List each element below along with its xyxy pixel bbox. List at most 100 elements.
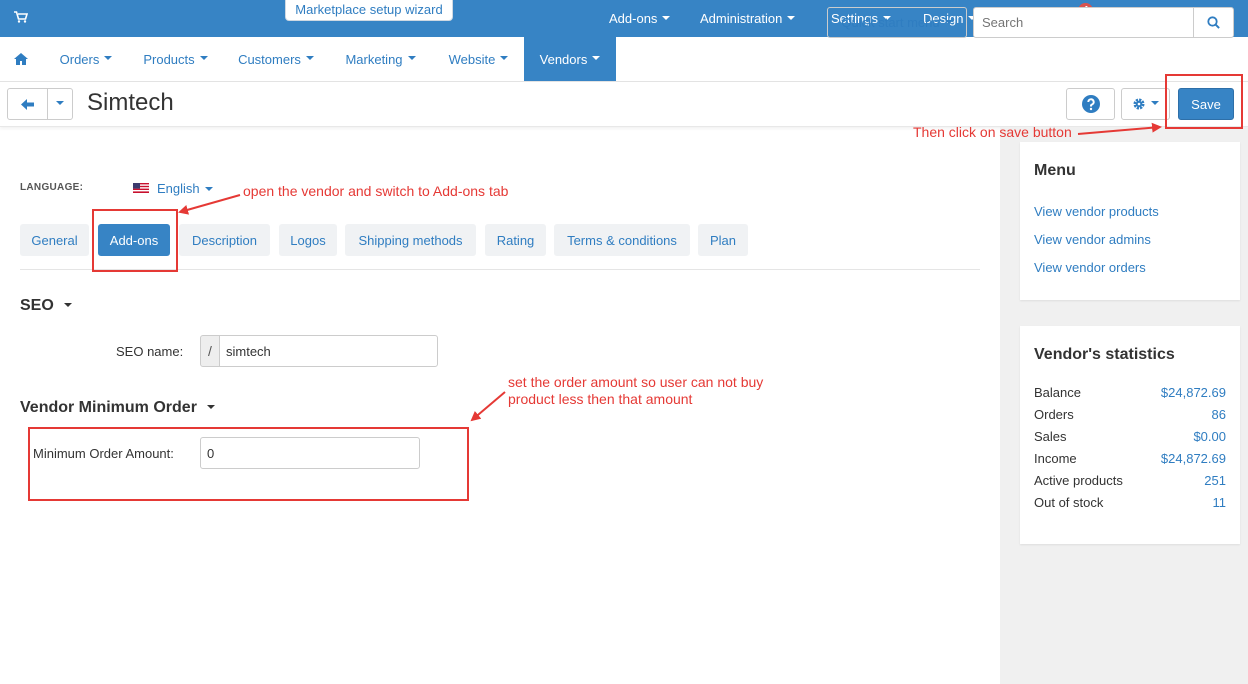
nav-customers-label: Customers bbox=[238, 51, 301, 67]
seo-section-toggle[interactable]: SEO bbox=[20, 297, 72, 315]
chevron-down-icon bbox=[104, 56, 113, 60]
chevron-down-icon bbox=[305, 56, 314, 60]
chevron-down-icon bbox=[500, 56, 509, 60]
view-vendor-products-link[interactable]: View vendor products bbox=[1034, 204, 1159, 219]
stat-key: Active products bbox=[1034, 473, 1123, 488]
search-icon bbox=[1207, 16, 1220, 29]
us-flag-icon bbox=[133, 183, 149, 193]
stat-row: Income $24,872.69 bbox=[1034, 451, 1226, 469]
cart-icon[interactable] bbox=[14, 11, 28, 23]
vendor-statistics-panel: Vendor's statistics Balance $24,872.69 Or… bbox=[1020, 326, 1240, 544]
chevron-down-icon bbox=[204, 186, 213, 191]
stat-row: Balance $24,872.69 bbox=[1034, 385, 1226, 403]
nav-products-label: Products bbox=[143, 51, 195, 67]
chevron-down-icon bbox=[944, 19, 953, 24]
tab-general[interactable]: General bbox=[20, 224, 89, 256]
annotation-min-order-highlight bbox=[28, 427, 469, 501]
chevron-down-icon bbox=[787, 15, 796, 20]
chevron-down-icon bbox=[592, 56, 601, 60]
home-icon bbox=[13, 53, 28, 65]
stat-key: Sales bbox=[1034, 429, 1067, 444]
annotation-save-note: Then click on save button bbox=[913, 124, 1072, 140]
chevron-down-icon bbox=[56, 101, 64, 105]
topmenu-administration[interactable]: Administration bbox=[700, 0, 796, 37]
chevron-down-icon bbox=[407, 56, 416, 60]
stat-key: Orders bbox=[1034, 407, 1074, 422]
stat-row: Orders 86 bbox=[1034, 407, 1226, 425]
home-button[interactable] bbox=[0, 37, 41, 81]
annotation-amount-note-line1: set the order amount so user can not buy bbox=[508, 374, 764, 390]
chevron-down-icon bbox=[199, 56, 208, 60]
stat-value[interactable]: $0.00 bbox=[1193, 429, 1226, 444]
vendor-min-order-section-toggle[interactable]: Vendor Minimum Order bbox=[20, 399, 215, 417]
chevron-down-icon bbox=[662, 15, 671, 20]
tab-shipping-methods[interactable]: Shipping methods bbox=[345, 224, 476, 256]
tab-logos[interactable]: Logos bbox=[279, 224, 337, 256]
help-button[interactable] bbox=[1066, 88, 1115, 120]
topmenu-addons[interactable]: Add-ons bbox=[609, 0, 671, 37]
view-vendor-admins-link[interactable]: View vendor admins bbox=[1034, 232, 1151, 247]
stat-row: Out of stock 11 bbox=[1034, 495, 1226, 513]
settings-dropdown-button[interactable] bbox=[1121, 88, 1170, 120]
nav-website-label: Website bbox=[448, 51, 496, 67]
tab-plan[interactable]: Plan bbox=[698, 224, 748, 256]
gear-icon bbox=[1133, 98, 1145, 110]
chevron-down-icon bbox=[1151, 101, 1159, 105]
search-input[interactable] bbox=[973, 7, 1194, 38]
topmenu-administration-label: Administration bbox=[700, 11, 783, 26]
nav-vendors-label: Vendors bbox=[539, 51, 588, 67]
quick-start-menu-button[interactable]: Quick start menu bbox=[827, 7, 967, 38]
back-button[interactable] bbox=[8, 89, 48, 119]
menu-panel-title: Menu bbox=[1034, 162, 1076, 179]
topmenu-addons-label: Add-ons bbox=[609, 11, 658, 26]
nav-marketing[interactable]: Marketing bbox=[332, 37, 429, 81]
nav-orders-label: Orders bbox=[59, 51, 100, 67]
vendor-menu-panel: Menu View vendor products View vendor ad… bbox=[1020, 142, 1240, 300]
chevron-down-icon bbox=[63, 302, 72, 307]
nav-orders[interactable]: Orders bbox=[45, 37, 127, 81]
back-button-group bbox=[7, 88, 73, 120]
nav-website[interactable]: Website bbox=[435, 37, 522, 81]
nav-vendors[interactable]: Vendors bbox=[524, 37, 616, 81]
stat-value[interactable]: $24,872.69 bbox=[1161, 385, 1226, 400]
tab-rating[interactable]: Rating bbox=[485, 224, 546, 256]
seo-prefix: / bbox=[200, 335, 220, 367]
annotation-addons-tab-highlight bbox=[92, 209, 178, 272]
title-bar: Simtech Save bbox=[0, 82, 1248, 127]
stat-key: Balance bbox=[1034, 385, 1081, 400]
vendor-min-order-title: Vendor Minimum Order bbox=[20, 399, 197, 416]
annotation-save-highlight bbox=[1165, 74, 1243, 129]
language-selector[interactable]: English bbox=[157, 181, 213, 196]
main-navigation: Orders Products Customers Marketing Webs… bbox=[0, 37, 1248, 82]
back-dropdown-button[interactable] bbox=[48, 89, 72, 119]
statistics-panel-title: Vendor's statistics bbox=[1034, 346, 1175, 363]
search-button[interactable] bbox=[1193, 7, 1234, 38]
seo-name-input[interactable] bbox=[219, 335, 438, 367]
nav-products[interactable]: Products bbox=[129, 37, 222, 81]
language-value: English bbox=[157, 181, 200, 196]
stat-value[interactable]: 251 bbox=[1204, 473, 1226, 488]
seo-section-title: SEO bbox=[20, 297, 54, 314]
stat-row: Sales $0.00 bbox=[1034, 429, 1226, 447]
seo-name-label: SEO name: bbox=[116, 344, 184, 359]
chevron-down-icon bbox=[206, 404, 215, 409]
tab-terms-conditions[interactable]: Terms & conditions bbox=[554, 224, 690, 256]
annotation-tab-note: open the vendor and switch to Add-ons ta… bbox=[243, 183, 509, 199]
view-vendor-orders-link[interactable]: View vendor orders bbox=[1034, 260, 1146, 275]
arrow-left-icon bbox=[21, 98, 34, 110]
stat-value[interactable]: 11 bbox=[1213, 495, 1227, 510]
page-title: Simtech bbox=[87, 89, 174, 116]
quick-start-label: Quick start menu bbox=[841, 15, 940, 30]
stat-row: Active products 251 bbox=[1034, 473, 1226, 491]
nav-customers[interactable]: Customers bbox=[226, 37, 326, 81]
stat-key: Out of stock bbox=[1034, 495, 1104, 510]
tab-description[interactable]: Description bbox=[179, 224, 270, 256]
question-circle-icon bbox=[1081, 95, 1100, 113]
annotation-amount-note-line2: product less then that amount bbox=[508, 391, 693, 407]
stat-key: Income bbox=[1034, 451, 1077, 466]
stat-value[interactable]: $24,872.69 bbox=[1161, 451, 1226, 466]
nav-marketing-label: Marketing bbox=[345, 51, 403, 67]
stat-value[interactable]: 86 bbox=[1212, 407, 1226, 422]
marketplace-setup-wizard-button[interactable]: Marketplace setup wizard bbox=[285, 0, 453, 21]
language-label: LANGUAGE: bbox=[20, 182, 84, 193]
